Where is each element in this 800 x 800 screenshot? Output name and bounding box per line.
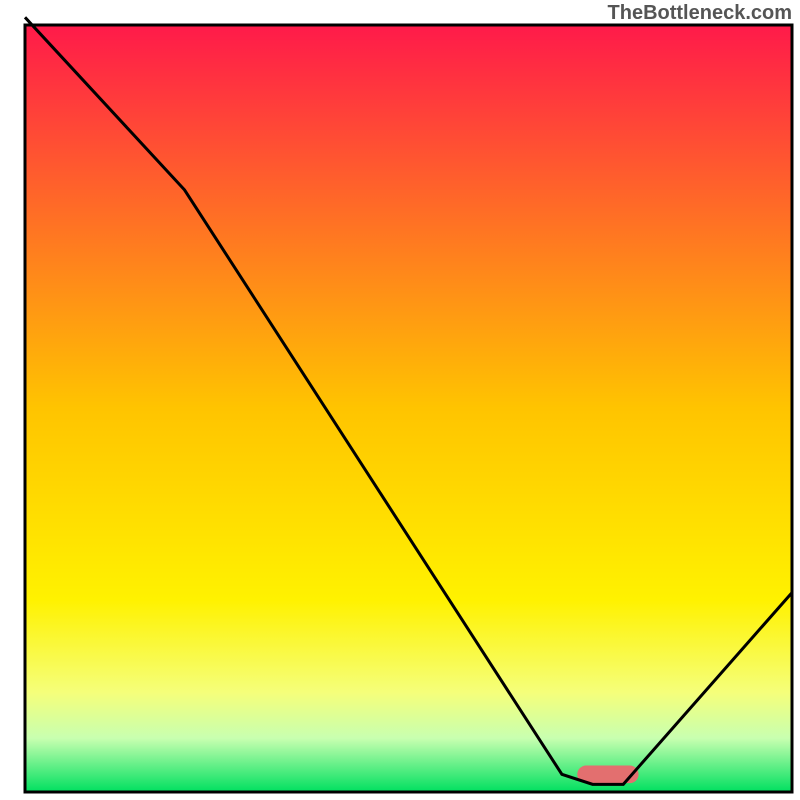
optimal-marker	[577, 766, 638, 784]
bottleneck-chart	[0, 0, 800, 800]
watermark-text: TheBottleneck.com	[608, 2, 792, 25]
chart-container: { "watermark": "TheBottleneck.com", "cha…	[0, 0, 800, 800]
